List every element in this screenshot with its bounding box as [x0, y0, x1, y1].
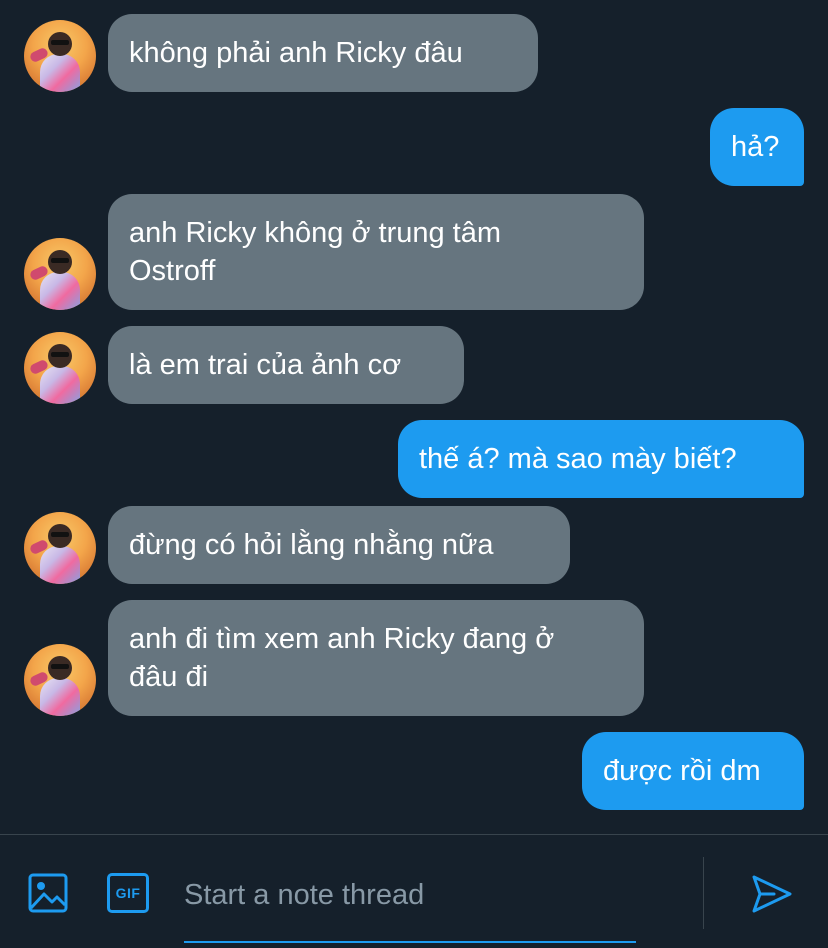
message-bubble-outgoing[interactable]: hả? [710, 108, 804, 186]
message-text: được rồi dm [603, 755, 761, 787]
message-text: không phải anh Ricky đâu [129, 37, 463, 69]
message-bubble-incoming[interactable]: anh Ricky không ở trung tâm Ostroff [108, 194, 644, 310]
message-text: hả? [731, 131, 780, 163]
add-image-button[interactable] [24, 869, 72, 917]
message-bubble-outgoing[interactable]: được rồi dm [582, 732, 804, 810]
message-bubble-incoming[interactable]: anh đi tìm xem anh Ricky đang ở đâu đi [108, 600, 644, 716]
message-thread: không phải anh Ricky đâu hả? anh Ricky k… [0, 0, 828, 834]
sender-avatar[interactable] [24, 512, 96, 584]
message-bubble-incoming[interactable]: đừng có hỏi lằng nhằng nữa [108, 506, 570, 584]
input-underline [184, 941, 636, 943]
gif-icon: GIF [107, 873, 149, 913]
message-text: anh Ricky không ở trung tâm [129, 217, 502, 249]
message-text: là em trai của ảnh cơ [129, 349, 402, 381]
message-bubble-outgoing[interactable]: thế á? mà sao mày biết? [398, 420, 804, 498]
sender-avatar[interactable] [24, 332, 96, 404]
gif-label: GIF [115, 885, 141, 901]
message-text: anh đi tìm xem anh Ricky đang ở [129, 623, 555, 655]
image-icon [28, 873, 68, 913]
message-bubble-incoming[interactable]: là em trai của ảnh cơ [108, 326, 464, 404]
message-text: đừng có hỏi lằng nhằng nữa [129, 529, 494, 561]
message-bubble-incoming[interactable]: không phải anh Ricky đâu [108, 14, 538, 92]
message-composer: GIF [0, 834, 828, 948]
dm-conversation-screen: không phải anh Ricky đâu hả? anh Ricky k… [0, 0, 828, 948]
send-icon [752, 875, 792, 913]
sender-avatar[interactable] [24, 644, 96, 716]
send-button[interactable] [746, 869, 798, 919]
message-text: thế á? mà sao mày biết? [419, 443, 737, 475]
add-gif-button[interactable]: GIF [104, 869, 152, 917]
message-text: đâu đi [129, 661, 209, 693]
note-input[interactable] [184, 875, 636, 915]
composer-divider [703, 857, 704, 929]
sender-avatar[interactable] [24, 20, 96, 92]
message-text: Ostroff [129, 255, 216, 287]
sender-avatar[interactable] [24, 238, 96, 310]
